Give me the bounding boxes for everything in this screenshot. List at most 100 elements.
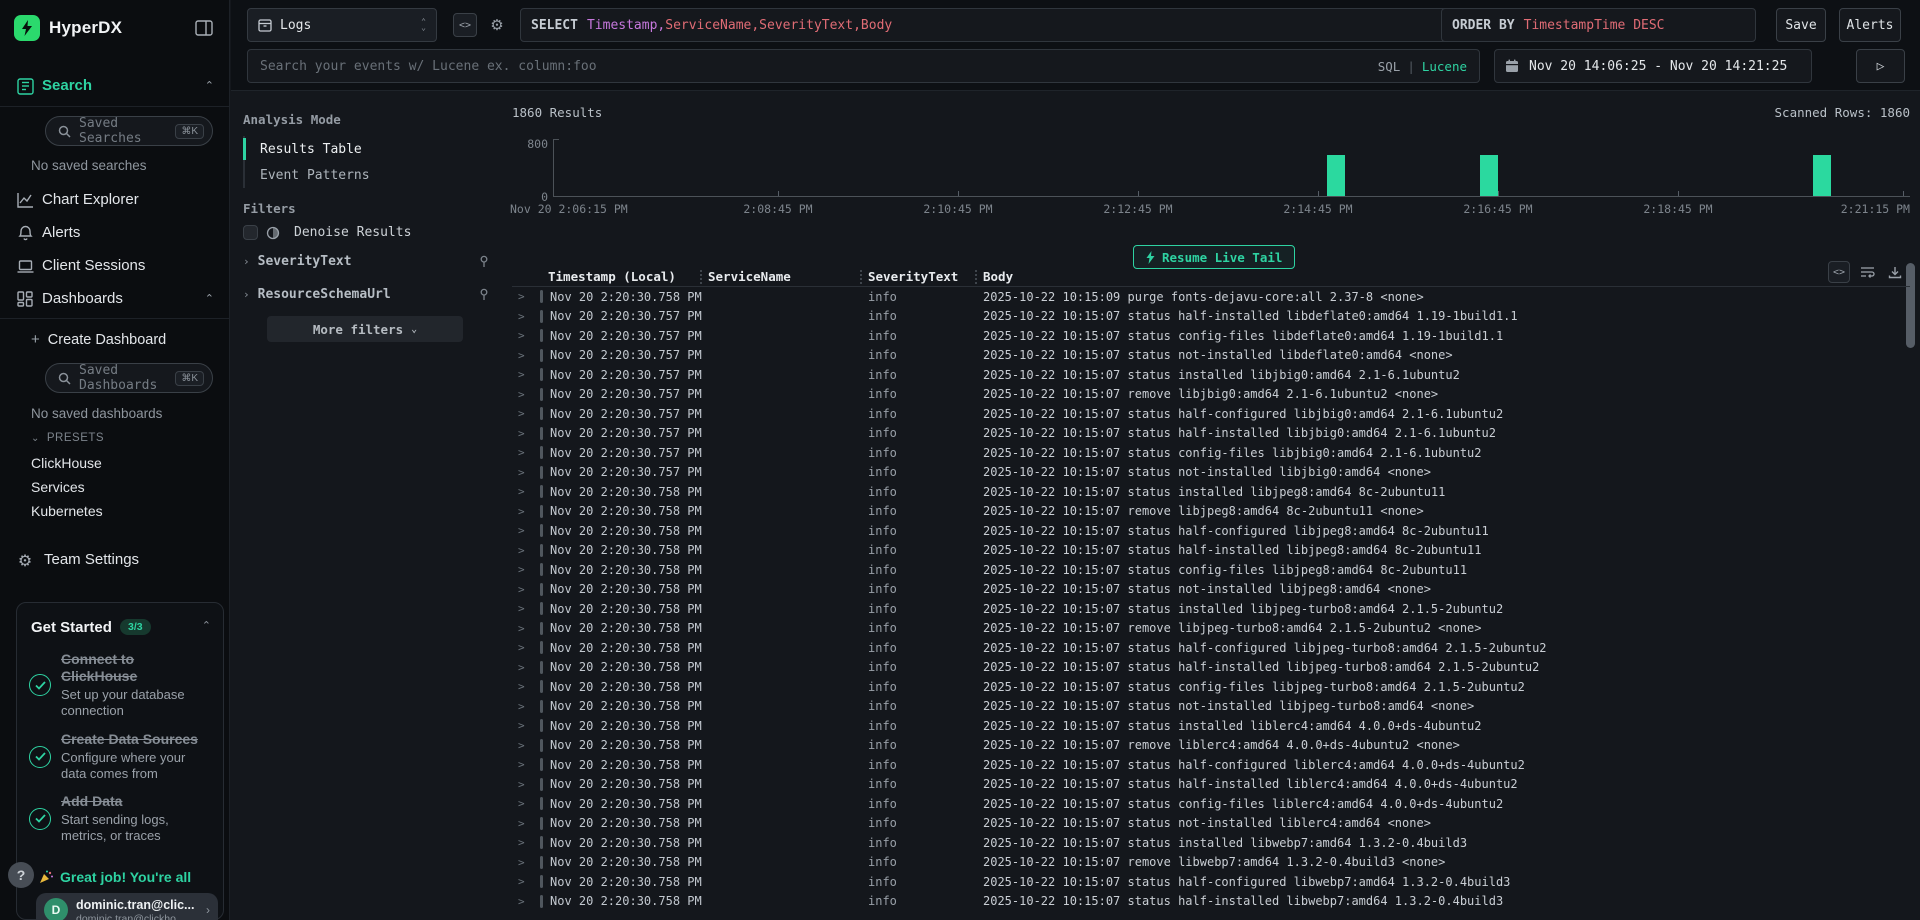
resume-live-tail-button[interactable]: Resume Live Tail (1133, 245, 1295, 269)
saved-dashboards-input[interactable]: Saved Dashboards ⌘K (45, 363, 213, 393)
create-dashboard-button[interactable]: + Create Dashboard (31, 331, 166, 348)
help-button[interactable]: ? (8, 862, 34, 888)
log-row[interactable]: >Nov 20 2:20:30.758 PMinfo2025-10-22 10:… (512, 599, 1910, 619)
run-query-button[interactable]: ▷ (1856, 49, 1905, 83)
log-row[interactable]: >Nov 20 2:20:30.758 PMinfo2025-10-22 10:… (512, 775, 1910, 795)
query-language-toggle[interactable]: SQL | Lucene (1378, 50, 1467, 82)
row-expand-chevron-icon[interactable]: > (512, 505, 540, 518)
row-expand-chevron-icon[interactable]: > (512, 290, 540, 303)
log-row[interactable]: >Nov 20 2:20:30.757 PMinfo2025-10-22 10:… (512, 463, 1910, 483)
saved-searches-input[interactable]: Saved Searches ⌘K (45, 116, 213, 146)
row-expand-chevron-icon[interactable]: > (512, 836, 540, 849)
row-expand-chevron-icon[interactable]: > (512, 427, 540, 440)
search-collapse-chevron-icon[interactable]: ⌃ (205, 79, 214, 92)
sidebar-collapse-icon[interactable] (193, 17, 215, 39)
row-expand-chevron-icon[interactable]: > (512, 349, 540, 362)
code-brackets-icon[interactable]: <> (453, 13, 477, 37)
log-row[interactable]: >Nov 20 2:20:30.758 PMinfo2025-10-22 10:… (512, 853, 1910, 873)
row-expand-chevron-icon[interactable]: > (512, 485, 540, 498)
time-range-picker[interactable]: Nov 20 14:06:25 - Nov 20 14:21:25 (1494, 49, 1812, 83)
sidebar-item-chart-explorer[interactable]: Chart Explorer (42, 191, 139, 208)
row-expand-chevron-icon[interactable]: > (512, 895, 540, 908)
log-row[interactable]: >Nov 20 2:20:30.758 PMinfo2025-10-22 10:… (512, 638, 1910, 658)
row-expand-chevron-icon[interactable]: > (512, 778, 540, 791)
row-expand-chevron-icon[interactable]: > (512, 466, 540, 479)
log-row[interactable]: >Nov 20 2:20:30.758 PMinfo2025-10-22 10:… (512, 580, 1910, 600)
row-expand-chevron-icon[interactable]: > (512, 622, 540, 635)
select-clause-input[interactable]: SELECT Timestamp,ServiceName,SeverityTex… (520, 8, 1451, 42)
row-expand-chevron-icon[interactable]: > (512, 758, 540, 771)
sidebar-item-team-settings[interactable]: Team Settings (44, 551, 139, 568)
log-row[interactable]: >Nov 20 2:20:30.758 PMinfo2025-10-22 10:… (512, 482, 1910, 502)
log-row[interactable]: >Nov 20 2:20:30.757 PMinfo2025-10-22 10:… (512, 326, 1910, 346)
histogram-bar[interactable] (1813, 155, 1831, 196)
row-expand-chevron-icon[interactable]: > (512, 544, 540, 557)
histogram-bar[interactable] (1480, 155, 1498, 196)
log-row[interactable]: >Nov 20 2:20:30.758 PMinfo2025-10-22 10:… (512, 560, 1910, 580)
log-row[interactable]: >Nov 20 2:20:30.757 PMinfo2025-10-22 10:… (512, 404, 1910, 424)
row-expand-chevron-icon[interactable]: > (512, 797, 540, 810)
presets-header[interactable]: ⌄ PRESETS (31, 432, 104, 444)
pin-icon[interactable] (478, 288, 490, 301)
row-expand-chevron-icon[interactable]: > (512, 641, 540, 654)
log-row[interactable]: >Nov 20 2:20:30.757 PMinfo2025-10-22 10:… (512, 443, 1910, 463)
source-select[interactable]: Logs ⌃⌄ (247, 8, 437, 42)
log-row[interactable]: >Nov 20 2:20:30.758 PMinfo2025-10-22 10:… (512, 502, 1910, 522)
results-histogram[interactable]: 8000Nov 20 2:06:15 PM2:08:45 PM2:10:45 P… (510, 91, 1920, 221)
denoise-results-toggle[interactable]: Denoise Results (243, 225, 411, 240)
row-expand-chevron-icon[interactable]: > (512, 368, 540, 381)
get-started-item-add-data[interactable]: Add Data Start sending logs, metrics, or… (29, 793, 213, 845)
row-expand-chevron-icon[interactable]: > (512, 388, 540, 401)
sidebar-item-search[interactable]: Search (42, 77, 92, 94)
sidebar-item-clickhouse[interactable]: ClickHouse (31, 455, 102, 471)
row-expand-chevron-icon[interactable]: > (512, 817, 540, 830)
get-started-collapse-chevron-icon[interactable]: ⌃ (202, 619, 211, 632)
log-row[interactable]: >Nov 20 2:20:30.758 PMinfo2025-10-22 10:… (512, 736, 1910, 756)
row-expand-chevron-icon[interactable]: > (512, 700, 540, 713)
filter-group-severitytext[interactable]: › SeverityText (243, 254, 490, 269)
log-row[interactable]: >Nov 20 2:20:30.758 PMinfo2025-10-22 10:… (512, 287, 1910, 307)
row-expand-chevron-icon[interactable]: > (512, 446, 540, 459)
lang-lucene-option[interactable]: Lucene (1422, 59, 1467, 74)
log-row[interactable]: >Nov 20 2:20:30.758 PMinfo2025-10-22 10:… (512, 833, 1910, 853)
log-row[interactable]: >Nov 20 2:20:30.757 PMinfo2025-10-22 10:… (512, 307, 1910, 327)
sidebar-item-dashboards[interactable]: Dashboards (42, 290, 123, 307)
log-row[interactable]: >Nov 20 2:20:30.758 PMinfo2025-10-22 10:… (512, 716, 1910, 736)
row-expand-chevron-icon[interactable]: > (512, 329, 540, 342)
row-expand-chevron-icon[interactable]: > (512, 310, 540, 323)
pin-icon[interactable] (478, 255, 490, 268)
log-row[interactable]: >Nov 20 2:20:30.757 PMinfo2025-10-22 10:… (512, 346, 1910, 366)
filter-group-resourceschemaurl[interactable]: › ResourceSchemaUrl (243, 287, 490, 302)
column-severitytext[interactable]: SeverityText (860, 269, 975, 285)
get-started-item-datasources[interactable]: Create Data Sources Configure where your… (29, 731, 213, 783)
log-row[interactable]: >Nov 20 2:20:30.757 PMinfo2025-10-22 10:… (512, 424, 1910, 444)
row-expand-chevron-icon[interactable]: > (512, 661, 540, 674)
alerts-button[interactable]: Alerts (1839, 8, 1901, 42)
get-started-item-connect[interactable]: Connect to ClickHouse Set up your databa… (29, 651, 213, 720)
mode-event-patterns[interactable]: Event Patterns (245, 162, 463, 188)
denoise-checkbox[interactable] (243, 225, 258, 240)
dashboards-collapse-chevron-icon[interactable]: ⌃ (205, 292, 214, 305)
sidebar-item-alerts[interactable]: Alerts (42, 224, 80, 241)
row-expand-chevron-icon[interactable]: > (512, 602, 540, 615)
user-menu[interactable]: D dominic.tran@clic... dominic.tran@clic… (36, 893, 218, 920)
row-expand-chevron-icon[interactable]: > (512, 680, 540, 693)
log-row[interactable]: >Nov 20 2:20:30.758 PMinfo2025-10-22 10:… (512, 755, 1910, 775)
log-row[interactable]: >Nov 20 2:20:30.758 PMinfo2025-10-22 10:… (512, 892, 1910, 912)
more-filters-button[interactable]: More filters ⌄ (267, 316, 463, 342)
sidebar-item-services[interactable]: Services (31, 479, 85, 495)
log-row[interactable]: >Nov 20 2:20:30.757 PMinfo2025-10-22 10:… (512, 385, 1910, 405)
lang-sql-option[interactable]: SQL (1378, 59, 1401, 74)
row-expand-chevron-icon[interactable]: > (512, 563, 540, 576)
log-row[interactable]: >Nov 20 2:20:30.758 PMinfo2025-10-22 10:… (512, 697, 1910, 717)
column-timestamp[interactable]: Timestamp (Local) (540, 269, 700, 285)
row-expand-chevron-icon[interactable]: > (512, 583, 540, 596)
row-expand-chevron-icon[interactable]: > (512, 407, 540, 420)
save-button[interactable]: Save (1776, 8, 1826, 42)
log-row[interactable]: >Nov 20 2:20:30.757 PMinfo2025-10-22 10:… (512, 365, 1910, 385)
sidebar-item-client-sessions[interactable]: Client Sessions (42, 257, 145, 274)
row-expand-chevron-icon[interactable]: > (512, 719, 540, 732)
mode-results-table[interactable]: Results Table (245, 136, 463, 162)
log-row[interactable]: >Nov 20 2:20:30.758 PMinfo2025-10-22 10:… (512, 872, 1910, 892)
log-row[interactable]: >Nov 20 2:20:30.758 PMinfo2025-10-22 10:… (512, 677, 1910, 697)
